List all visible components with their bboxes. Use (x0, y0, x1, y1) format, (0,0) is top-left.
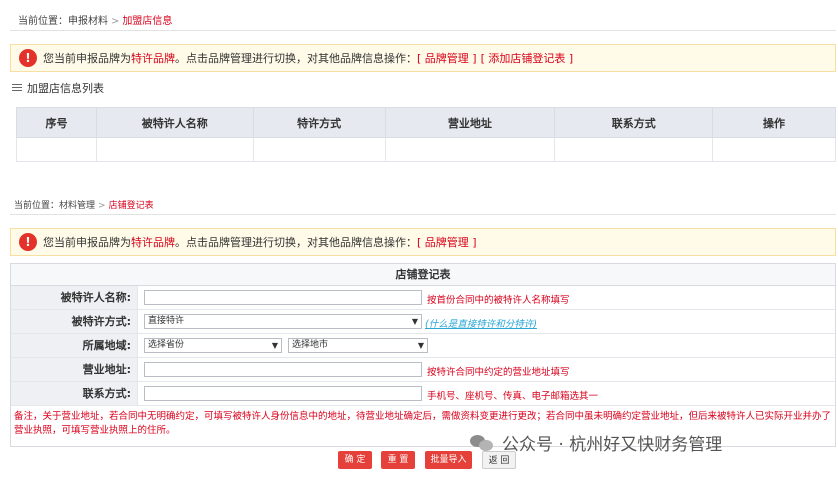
franchise-method-label: 被特许方式: (11, 310, 138, 333)
store-registration-form: 店铺登记表 被特许人名称: 按首份合同中的被特许人名称填写 被特许方式: 直接特… (10, 263, 836, 447)
franchisee-name-input[interactable] (144, 290, 422, 305)
warning-icon: ! (19, 233, 37, 251)
dropdown-arrow-icon: ▼ (417, 341, 424, 350)
col-header-franchise-method: 特许方式 (252, 107, 386, 138)
brand-manage-link[interactable]: [ 品牌管理 ] (417, 234, 477, 250)
list-title-text: 加盟店信息列表 (27, 82, 104, 95)
city-value: 选择地市 (292, 340, 329, 350)
dropdown-arrow-icon: ▼ (271, 341, 278, 350)
business-address-hint: 按特许合同中约定的营业地址填写 (427, 367, 570, 378)
breadcrumb-current: 店铺登记表 (108, 201, 154, 211)
reset-button[interactable]: 重 置 (381, 451, 415, 469)
batch-import-button[interactable]: 批量导入 (425, 451, 472, 469)
breadcrumb-prefix: 当前位置： (14, 201, 60, 211)
table-cell (16, 137, 97, 162)
divider (10, 214, 836, 215)
breadcrumb-separator: > (98, 201, 106, 211)
franchise-method-help-link[interactable]: (什么是直接特许和分特许) (425, 316, 537, 330)
dropdown-arrow-icon: ▼ (411, 317, 418, 326)
notice-brand: 特许品牌 (131, 52, 175, 65)
list-title: 加盟店信息列表 (12, 80, 104, 96)
divider (10, 30, 836, 31)
table-cell (712, 137, 836, 162)
franchise-table: 序号 被特许人名称 特许方式 营业地址 联系方式 操作 (16, 107, 836, 162)
form-row-business-address: 营业地址: 按特许合同中约定的营业地址填写 (11, 358, 835, 382)
business-address-input[interactable] (144, 362, 422, 377)
region-label: 所属地域: (11, 334, 138, 357)
col-header-index: 序号 (16, 107, 97, 138)
contact-label: 联系方式: (11, 382, 138, 405)
col-header-franchisee: 被特许人名称 (95, 107, 254, 138)
watermark-text: 公众号 · 杭州好又快财务管理 (502, 435, 723, 455)
franchisee-label: 被特许人名称: (11, 286, 138, 309)
contact-hint: 手机号、座机号、传真、电子邮箱选其一 (427, 391, 599, 402)
business-address-label: 营业地址: (11, 358, 138, 381)
province-select[interactable]: 选择省份 ▼ (144, 338, 282, 353)
col-header-business-address: 营业地址 (384, 107, 556, 138)
breadcrumb-separator: > (111, 16, 120, 27)
notice-brand: 特许品牌 (131, 236, 175, 249)
breadcrumb-prefix: 当前位置： (18, 16, 68, 27)
breadcrumb-current: 加盟店信息 (122, 16, 173, 27)
form-row-franchise-method: 被特许方式: 直接特许 ▼ (什么是直接特许和分特许) (11, 310, 835, 334)
col-header-actions: 操作 (712, 107, 836, 138)
province-value: 选择省份 (148, 340, 185, 350)
confirm-button[interactable]: 确 定 (338, 451, 372, 469)
form-row-contact: 联系方式: 手机号、座机号、传真、电子邮箱选其一 (11, 382, 835, 406)
form-row-franchisee: 被特许人名称: 按首份合同中的被特许人名称填写 (11, 286, 835, 310)
franchise-method-select[interactable]: 直接特许 ▼ (144, 314, 422, 329)
form-row-region: 所属地域: 选择省份 ▼ 选择地市 ▼ (11, 334, 835, 358)
table-cell (554, 137, 714, 162)
warning-icon: ! (19, 49, 37, 67)
add-store-registration-link[interactable]: [ 添加店铺登记表 ] (481, 50, 574, 66)
breadcrumb-parent[interactable]: 材料管理 (59, 201, 95, 211)
contact-input[interactable] (144, 386, 422, 401)
table-cell (252, 137, 386, 162)
franchisee-hint: 按首份合同中的被特许人名称填写 (427, 295, 570, 306)
notice-text-after: 。点击品牌管理进行切换，对其他品牌信息操作： (175, 236, 417, 249)
notice-text-before: 您当前申报品牌为 (43, 236, 131, 249)
breadcrumb: 当前位置：材料管理 > 店铺登记表 (14, 198, 154, 211)
breadcrumb: 当前位置：申报材料 > 加盟店信息 (18, 12, 172, 27)
wechat-icon (470, 433, 494, 453)
city-select[interactable]: 选择地市 ▼ (288, 338, 428, 353)
breadcrumb-parent[interactable]: 申报材料 (68, 16, 108, 27)
list-icon (12, 84, 22, 92)
notice-text-before: 您当前申报品牌为 (43, 52, 131, 65)
brand-notice: ! 您当前申报品牌为 特许品牌 。点击品牌管理进行切换，对其他品牌信息操作： [… (10, 228, 836, 256)
table-row (16, 137, 836, 162)
franchise-list-panel: 当前位置：申报材料 > 加盟店信息 ! 您当前申报品牌为 特许品牌 。点击品牌管理进… (10, 0, 836, 166)
col-header-contact: 联系方式 (554, 107, 714, 138)
table-cell (95, 137, 254, 162)
table-cell (384, 137, 556, 162)
table-header-row: 序号 被特许人名称 特许方式 营业地址 联系方式 操作 (16, 107, 836, 138)
brand-notice: ! 您当前申报品牌为 特许品牌 。点击品牌管理进行切换，对其他品牌信息操作： [… (10, 44, 836, 72)
brand-manage-link[interactable]: [ 品牌管理 ] (417, 50, 477, 66)
notice-text-after: 。点击品牌管理进行切换，对其他品牌信息操作： (175, 52, 417, 65)
form-title: 店铺登记表 (11, 264, 835, 286)
franchise-method-value: 直接特许 (148, 316, 185, 326)
watermark: 公众号 · 杭州好又快财务管理 (470, 430, 722, 455)
